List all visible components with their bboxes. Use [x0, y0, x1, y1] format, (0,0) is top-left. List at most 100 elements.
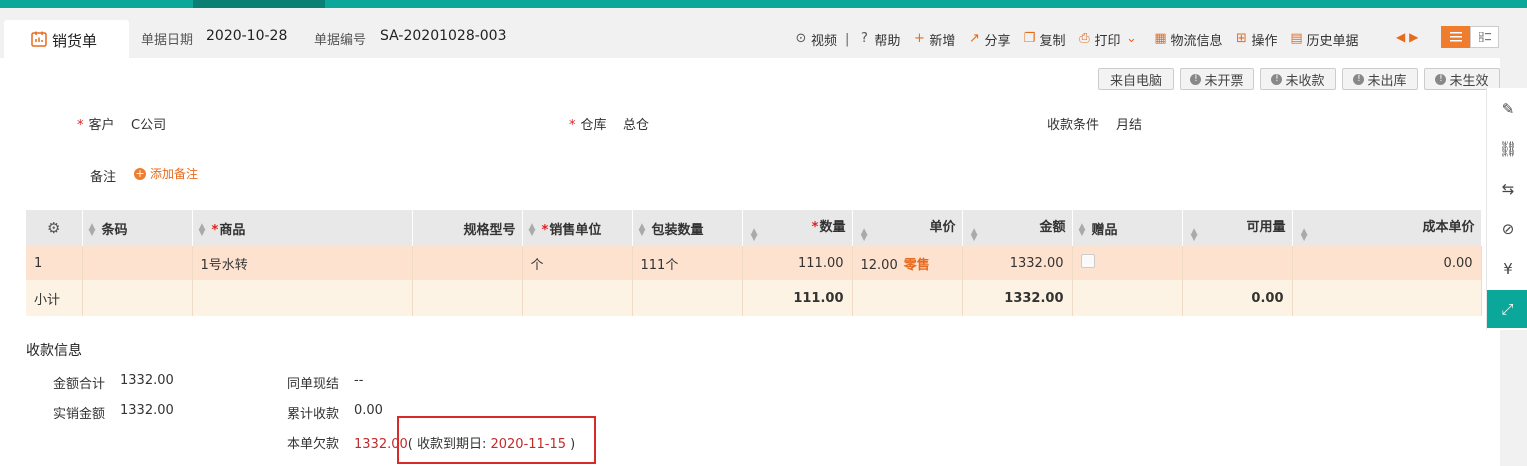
- col-gift-label: 赠品: [1091, 222, 1118, 238]
- share-button[interactable]: ↗ 分享: [967, 30, 1010, 49]
- video-button[interactable]: ⊙ 视频: [794, 30, 837, 49]
- sort-icon[interactable]: ▲ ▼: [1079, 223, 1088, 238]
- top-accent-segment: [193, 0, 325, 8]
- tab-sales-order[interactable]: 销货单: [4, 20, 129, 58]
- customer-value[interactable]: C公司: [131, 114, 166, 133]
- currency-icon[interactable]: ¥: [1497, 258, 1519, 280]
- add-label: 新增: [929, 33, 956, 49]
- payment-terms-value[interactable]: 月结: [1116, 114, 1142, 133]
- sort-icon[interactable]: ▲ ▼: [969, 227, 978, 242]
- expand-icon[interactable]: ⤢: [1487, 290, 1527, 328]
- sort-icon[interactable]: ▲ ▼: [1299, 227, 1308, 242]
- status-label: 未开票: [1204, 73, 1244, 89]
- date-label: 单据日期: [141, 33, 194, 48]
- required-mark: *: [811, 219, 819, 235]
- cell-unit[interactable]: 个: [522, 246, 633, 280]
- col-unit[interactable]: ▲ ▼ *销售单位: [522, 210, 633, 246]
- cell-price[interactable]: 12.00 零售: [852, 246, 963, 280]
- cell-cost: 0.00: [1292, 246, 1482, 280]
- print-label: 打印: [1094, 33, 1121, 49]
- cell-qty[interactable]: 111.00: [742, 246, 853, 280]
- receipt-icon[interactable]: ⊘: [1497, 218, 1519, 240]
- column-settings[interactable]: ⚙: [26, 210, 83, 246]
- price-value: 12.00: [860, 257, 898, 273]
- cell-available: [1182, 246, 1293, 280]
- subtotal-empty: [1292, 280, 1482, 316]
- truck-icon: ▦: [1154, 31, 1167, 46]
- copy-icon: ❐: [1023, 31, 1036, 46]
- operate-button[interactable]: ⊞ 操作: [1235, 30, 1277, 49]
- tab-title: 销货单: [52, 32, 98, 50]
- col-product[interactable]: ▲ ▼ *商品: [192, 210, 413, 246]
- gift-checkbox[interactable]: [1080, 254, 1095, 268]
- table-row[interactable]: 1 1号水转 个 111个 111.00 12.00 零售 1332.00 0.0…: [26, 246, 1482, 280]
- print-button[interactable]: ⎙ 打印 ⌄: [1077, 30, 1141, 49]
- items-table: ⚙ ▲ ▼ 条码 ▲ ▼ *商品 规格型号 ▲ ▼ *销售单位 ▲ ▼ 包装数量 ▲ ▼ *数量 ▲…: [26, 210, 1482, 316]
- col-price[interactable]: ▲ ▼ 单价: [852, 210, 963, 246]
- col-spec-label: 规格型号: [463, 222, 516, 238]
- subtotal-available: 0.00: [1182, 280, 1293, 316]
- col-pack-qty[interactable]: ▲ ▼ 包装数量: [632, 210, 743, 246]
- col-cost[interactable]: ▲ ▼ 成本单价: [1292, 210, 1482, 246]
- cell-pack-qty[interactable]: 111个: [632, 246, 743, 280]
- col-available-label: 可用量: [1246, 219, 1286, 235]
- prev-next-arrows[interactable]: ◀ ▶: [1396, 30, 1418, 44]
- warehouse-label: * 仓库: [569, 114, 607, 133]
- sort-icon[interactable]: ▲ ▼: [199, 223, 208, 238]
- history-label: 历史单据: [1306, 33, 1359, 49]
- warehouse-label-text: 仓库: [580, 118, 607, 133]
- cell-barcode[interactable]: [82, 246, 193, 280]
- sort-icon[interactable]: ▲ ▼: [639, 223, 648, 238]
- sort-icon[interactable]: ▲ ▼: [89, 223, 98, 238]
- col-qty[interactable]: ▲ ▼ *数量: [742, 210, 853, 246]
- col-gift[interactable]: ▲ ▼ 赠品: [1072, 210, 1183, 246]
- status-not-shipped: ! 未出库: [1342, 68, 1418, 90]
- logistics-button[interactable]: ▦ 物流信息: [1153, 30, 1222, 49]
- history-button[interactable]: ▤ 历史单据: [1290, 30, 1359, 49]
- sort-icon[interactable]: ▲ ▼: [1189, 227, 1198, 242]
- gear-icon[interactable]: ⚙: [47, 219, 60, 237]
- col-available[interactable]: ▲ ▼ 可用量: [1182, 210, 1293, 246]
- toolbar-separator: |: [845, 31, 850, 47]
- add-button[interactable]: + 新增: [912, 30, 955, 49]
- warehouse-value[interactable]: 总仓: [623, 114, 649, 133]
- exchange-icon[interactable]: ⇆: [1497, 178, 1519, 200]
- status-not-invoiced: ! 未开票: [1180, 68, 1254, 90]
- subtotal-empty: [82, 280, 193, 316]
- required-mark: *: [541, 222, 549, 238]
- sort-icon[interactable]: ▲ ▼: [859, 227, 868, 242]
- subtotal-row: 小计 111.00 1332.00 0.00: [26, 280, 1482, 316]
- copy-button[interactable]: ❐ 复制: [1022, 30, 1066, 49]
- cell-amount[interactable]: 1332.00: [962, 246, 1073, 280]
- card-view-button[interactable]: [1470, 26, 1499, 48]
- add-note-label: 添加备注: [150, 167, 199, 181]
- doc-no-value: SA-20201028-003: [380, 28, 507, 44]
- sort-icon[interactable]: ▲ ▼: [529, 223, 538, 238]
- status-not-collected: ! 未收款: [1260, 68, 1336, 90]
- cell-product[interactable]: 1号水转: [192, 246, 413, 280]
- col-barcode[interactable]: ▲ ▼ 条码: [82, 210, 193, 246]
- doc-no-label: 单据编号: [314, 33, 367, 48]
- chevron-down-icon[interactable]: ⌄: [1124, 32, 1138, 46]
- status-label: 未收款: [1285, 73, 1325, 89]
- col-unit-label: 销售单位: [549, 222, 602, 238]
- logistics-label: 物流信息: [1170, 33, 1223, 49]
- note-label: 备注: [90, 170, 117, 185]
- link-icon[interactable]: ⛓: [1497, 138, 1519, 160]
- cash-label: 同单现结: [287, 377, 340, 392]
- col-amount[interactable]: ▲ ▼ 金额: [962, 210, 1073, 246]
- cell-spec[interactable]: [412, 246, 523, 280]
- col-product-label: 商品: [219, 222, 246, 238]
- list-view-button[interactable]: [1441, 26, 1470, 48]
- subtotal-empty: [522, 280, 633, 316]
- next-icon[interactable]: ▶: [1409, 30, 1418, 44]
- prev-icon[interactable]: ◀: [1396, 30, 1405, 44]
- col-spec[interactable]: 规格型号: [412, 210, 523, 246]
- required-mark: *: [77, 118, 84, 133]
- help-button[interactable]: ? 帮助: [857, 30, 900, 49]
- add-note-button[interactable]: + 添加备注: [134, 165, 198, 182]
- sort-icon[interactable]: ▲ ▼: [749, 227, 758, 242]
- note-edit-icon[interactable]: ✎: [1497, 98, 1519, 120]
- cell-gift[interactable]: [1072, 246, 1183, 280]
- required-mark: *: [211, 222, 219, 238]
